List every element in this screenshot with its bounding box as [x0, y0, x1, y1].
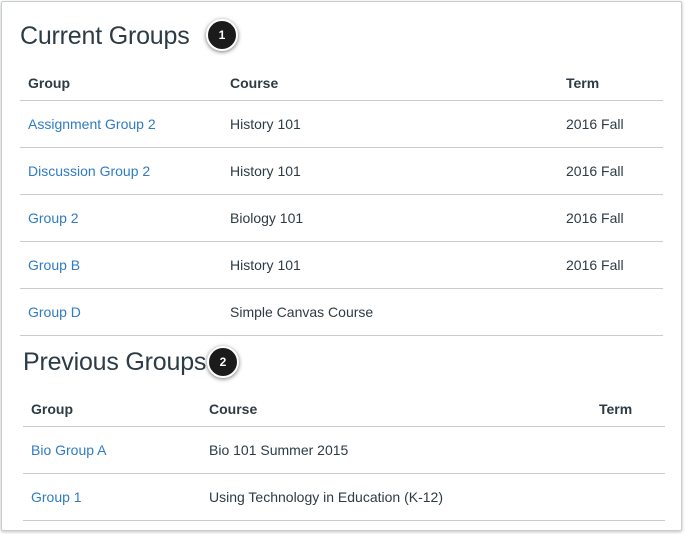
- term-cell: 2016 Fall: [558, 241, 663, 289]
- table-header-row: Group Course Term: [23, 392, 665, 427]
- previous-groups-heading: Previous Groups: [23, 348, 207, 376]
- course-cell: History 101: [222, 147, 558, 195]
- table-row: Group B History 101 2016 Fall: [20, 241, 663, 289]
- column-header-term: Term: [591, 392, 665, 427]
- term-cell: 2016 Fall: [558, 100, 663, 148]
- column-header-course: Course: [222, 66, 558, 101]
- term-cell: [591, 473, 665, 521]
- group-cell: Group 1: [23, 473, 201, 521]
- column-header-course: Course: [201, 392, 591, 427]
- term-cell: 2016 Fall: [558, 147, 663, 195]
- callout-badge-1: 1: [206, 19, 238, 51]
- group-cell: Discussion Group 2: [20, 147, 222, 195]
- table-row: Group 1 Using Technology in Education (K…: [23, 473, 665, 521]
- table-row: Bio Group A Bio 101 Summer 2015: [23, 426, 665, 474]
- term-cell: 2016 Fall: [558, 194, 663, 242]
- group-link[interactable]: Assignment Group 2: [28, 116, 156, 132]
- column-header-group: Group: [20, 66, 222, 101]
- term-cell: [558, 288, 663, 336]
- table-header-row: Group Course Term: [20, 66, 663, 101]
- table-row: Assignment Group 2 History 101 2016 Fall: [20, 100, 663, 148]
- group-cell: Bio Group A: [23, 426, 201, 474]
- group-link[interactable]: Group D: [28, 304, 81, 320]
- table-row: Group D Simple Canvas Course: [20, 288, 663, 336]
- course-cell: Biology 101: [222, 194, 558, 242]
- groups-panel: Current Groups 1 Group Course Term Assig…: [1, 1, 682, 531]
- table-row: Group 2 Biology 101 2016 Fall: [20, 194, 663, 242]
- course-cell: History 101: [222, 100, 558, 148]
- group-cell: Group D: [20, 288, 222, 336]
- current-groups-table: Group Course Term Assignment Group 2 His…: [20, 66, 663, 336]
- group-link[interactable]: Bio Group A: [31, 442, 107, 458]
- current-groups-heading: Current Groups: [20, 22, 190, 50]
- course-cell: History 101: [222, 241, 558, 289]
- course-cell: Bio 101 Summer 2015: [201, 426, 591, 474]
- column-header-group: Group: [23, 392, 201, 427]
- group-link[interactable]: Group 2: [28, 210, 79, 226]
- group-link[interactable]: Group 1: [31, 489, 82, 505]
- callout-badge-2: 2: [207, 346, 239, 378]
- table-row: Discussion Group 2 History 101 2016 Fall: [20, 147, 663, 195]
- group-cell: Assignment Group 2: [20, 100, 222, 148]
- course-cell: Simple Canvas Course: [222, 288, 558, 336]
- column-header-term: Term: [558, 66, 663, 101]
- previous-groups-table: Group Course Term Bio Group A Bio 101 Su…: [23, 392, 665, 521]
- group-link[interactable]: Group B: [28, 257, 80, 273]
- term-cell: [591, 426, 665, 474]
- group-link[interactable]: Discussion Group 2: [28, 163, 150, 179]
- group-cell: Group 2: [20, 194, 222, 242]
- course-cell: Using Technology in Education (K-12): [201, 473, 591, 521]
- group-cell: Group B: [20, 241, 222, 289]
